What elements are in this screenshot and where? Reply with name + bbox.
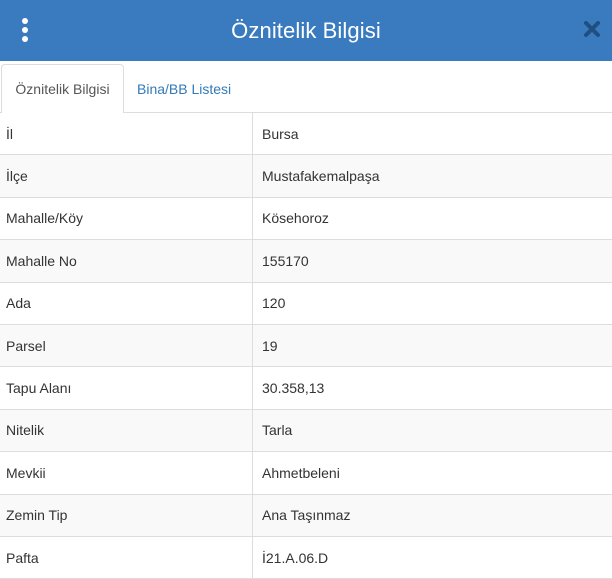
- attribute-value: Tarla: [262, 422, 293, 439]
- attribute-value: 155170: [262, 252, 309, 269]
- dialog-title: Öznitelik Bilgisi: [231, 17, 381, 43]
- table-row: Mahalle/Köy Kösehoroz: [0, 197, 612, 241]
- attribute-table: İl Bursa İlçe Mustafakemalpaşa Mahalle/K…: [0, 113, 612, 579]
- vertical-ellipsis-icon: [22, 18, 28, 24]
- table-row: Pafta İ21.A.06.D: [0, 536, 612, 579]
- table-row: Mevkii Ahmetbeleni: [0, 452, 612, 495]
- table-row: Mahalle No 155170: [0, 240, 612, 283]
- attribute-value: Kösehoroz: [262, 210, 329, 227]
- attribute-key: Mahalle No: [0, 240, 253, 282]
- attribute-value: Mustafakemalpaşa: [262, 168, 380, 185]
- attribute-key: İl: [0, 113, 253, 155]
- attribute-key: İlçe: [0, 155, 253, 197]
- attribute-key: Tapu Alanı: [0, 367, 253, 409]
- table-row: Tapu Alanı 30.358,13: [0, 367, 612, 410]
- attribute-value: 120: [262, 295, 286, 312]
- table-row: İl Bursa: [0, 113, 612, 156]
- attribute-key: Nitelik: [0, 409, 253, 452]
- table-row: Nitelik Tarla: [0, 409, 612, 453]
- attribute-value: İ21.A.06.D: [262, 549, 329, 566]
- menu-button[interactable]: [14, 15, 36, 45]
- table-row: İlçe Mustafakemalpaşa: [0, 155, 612, 198]
- attribute-key: Zemin Tip: [0, 494, 253, 536]
- table-row: Zemin Tip Ana Taşınmaz: [0, 494, 612, 537]
- table-row: Parsel 19: [0, 324, 612, 368]
- attribute-value: Ahmetbeleni: [262, 464, 340, 481]
- tab-oznitelik-bilgisi[interactable]: Öznitelik Bilgisi: [1, 64, 124, 114]
- table-row: Ada 120: [0, 282, 612, 325]
- attribute-value: Bursa: [262, 125, 299, 142]
- tab-bar: Öznitelik Bilgisi Bina/BB Listesi: [0, 61, 612, 114]
- attribute-key: Mevkii: [0, 452, 253, 494]
- dialog-header: Öznitelik Bilgisi: [0, 0, 612, 61]
- attribute-value: 19: [262, 337, 278, 354]
- tab-bina-bb-listesi[interactable]: Bina/BB Listesi: [137, 64, 231, 113]
- attribute-value: 30.358,13: [262, 380, 325, 397]
- attribute-key: Pafta: [0, 536, 253, 579]
- attribute-key: Mahalle/Köy: [0, 197, 253, 240]
- close-icon: [584, 21, 600, 37]
- close-button[interactable]: [582, 19, 602, 39]
- attribute-key: Parsel: [0, 324, 253, 367]
- attribute-value: Ana Taşınmaz: [262, 507, 351, 524]
- attribute-key: Ada: [0, 282, 253, 324]
